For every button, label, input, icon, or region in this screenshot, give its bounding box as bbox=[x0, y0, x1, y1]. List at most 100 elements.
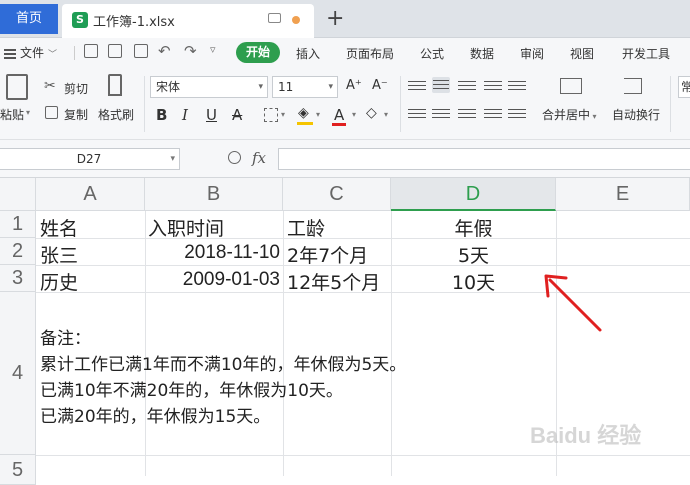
align-bottom-icon[interactable] bbox=[458, 78, 476, 94]
chevron-down-icon[interactable]: ▾ bbox=[281, 110, 285, 119]
row-header-4[interactable]: 4 bbox=[0, 292, 36, 455]
number-format-value: 常 bbox=[681, 80, 690, 94]
align-center-icon[interactable] bbox=[432, 106, 450, 122]
increase-indent-icon[interactable] bbox=[508, 78, 526, 94]
font-name-select[interactable]: 宋体 ▾ bbox=[150, 76, 268, 98]
wrap-text-button[interactable]: 自动换行 bbox=[612, 106, 660, 123]
column-header-b[interactable]: B bbox=[145, 178, 283, 211]
name-box[interactable]: D27 ▾ bbox=[0, 148, 180, 170]
number-format-select[interactable]: 常 bbox=[678, 76, 690, 98]
menu-formulas[interactable]: 公式 bbox=[420, 45, 444, 62]
menu-page-layout[interactable]: 页面布局 bbox=[346, 45, 394, 62]
tab-document[interactable]: S 工作簿-1.xlsx bbox=[62, 4, 314, 38]
chevron-down-icon[interactable]: ▾ bbox=[384, 110, 388, 119]
unsaved-dot-icon bbox=[292, 16, 300, 24]
wrap-text-icon[interactable] bbox=[624, 78, 642, 94]
chevron-down-icon[interactable]: ▾ bbox=[316, 110, 320, 119]
column-header-a[interactable]: A bbox=[36, 178, 145, 211]
chevron-down-icon[interactable]: ▾ bbox=[352, 110, 356, 119]
merge-cells-icon[interactable] bbox=[560, 78, 582, 94]
cell-a3[interactable]: 历史 bbox=[40, 268, 78, 295]
row-header-5[interactable]: 5 bbox=[0, 455, 36, 485]
bold-icon[interactable]: B bbox=[156, 106, 167, 124]
strikethrough-icon[interactable]: A bbox=[232, 106, 242, 124]
chevron-down-icon: ▾ bbox=[590, 112, 597, 121]
cell-c2[interactable]: 2年7个月 bbox=[287, 241, 368, 268]
customize-toolbar-icon[interactable]: ▿ bbox=[210, 43, 216, 56]
underline-icon[interactable]: U bbox=[206, 106, 217, 124]
distributed-align-icon[interactable] bbox=[508, 106, 526, 122]
redo-icon[interactable]: ↷ bbox=[184, 42, 197, 60]
format-painter-icon[interactable] bbox=[108, 74, 122, 96]
monitor-icon[interactable] bbox=[268, 13, 281, 23]
divider bbox=[144, 76, 145, 132]
font-size-select[interactable]: 11 ▾ bbox=[272, 76, 338, 98]
cell-a4-note[interactable]: 备注： 累计工作已满1年而不满10年的，年休假为5天。 已满10年不满20年的，… bbox=[40, 326, 406, 430]
borders-icon[interactable] bbox=[264, 108, 278, 122]
align-left-icon[interactable] bbox=[408, 106, 426, 122]
cell-d1[interactable]: 年假 bbox=[391, 214, 556, 241]
cell-d2[interactable]: 5天 bbox=[391, 241, 556, 268]
row-header-1[interactable]: 1 bbox=[0, 211, 36, 238]
tab-bar: 首页 S 工作簿-1.xlsx + bbox=[0, 0, 690, 38]
menu-view[interactable]: 视图 bbox=[570, 45, 594, 62]
font-color-icon[interactable]: A bbox=[334, 106, 344, 124]
formula-bar: D27 ▾ fx bbox=[0, 140, 690, 178]
italic-icon[interactable]: I bbox=[182, 106, 188, 124]
column-header-d[interactable]: D bbox=[391, 178, 556, 211]
row-header-2[interactable]: 2 bbox=[0, 238, 36, 265]
paste-icon[interactable] bbox=[6, 74, 28, 100]
align-right-icon[interactable] bbox=[458, 106, 476, 122]
note-line: 已满10年不满20年的，年休假为10天。 bbox=[40, 381, 343, 401]
divider bbox=[400, 76, 401, 132]
align-top-icon[interactable] bbox=[408, 78, 426, 94]
decrease-indent-icon[interactable] bbox=[484, 78, 502, 94]
decrease-font-icon[interactable]: A⁻ bbox=[372, 78, 388, 93]
menu-bar: 文件 ﹀ ↶ ↷ ▿ 开始 插入 页面布局 公式 数据 审阅 视图 开发工具 bbox=[0, 38, 690, 68]
cell-reference: D27 bbox=[76, 152, 102, 166]
menu-review[interactable]: 审阅 bbox=[520, 45, 544, 62]
increase-font-icon[interactable]: A⁺ bbox=[346, 78, 362, 93]
cell-b3[interactable]: 2009-01-03 bbox=[145, 269, 280, 291]
paste-dropdown-icon[interactable]: ▾ bbox=[26, 108, 30, 117]
undo-icon[interactable]: ↶ bbox=[158, 42, 171, 60]
merge-center-button[interactable]: 合并居中 ▾ bbox=[542, 106, 597, 123]
column-header-c[interactable]: C bbox=[283, 178, 391, 211]
new-tab-button[interactable]: + bbox=[326, 6, 344, 31]
justify-icon[interactable] bbox=[484, 106, 502, 122]
copy-button[interactable]: 复制 bbox=[64, 106, 88, 123]
menu-data[interactable]: 数据 bbox=[470, 45, 494, 62]
clear-format-icon[interactable]: ◇ bbox=[366, 105, 377, 121]
fill-color-icon[interactable]: ◈ bbox=[298, 105, 309, 121]
align-middle-icon[interactable] bbox=[432, 77, 450, 93]
gridline bbox=[36, 455, 690, 456]
select-all-corner[interactable] bbox=[0, 178, 36, 211]
menu-file[interactable]: 文件 ﹀ bbox=[4, 44, 57, 61]
note-line: 已满20年的，年休假为15天。 bbox=[40, 407, 271, 427]
cell-b1[interactable]: 入职时间 bbox=[148, 214, 224, 241]
format-painter-button[interactable]: 格式刷 bbox=[98, 106, 134, 123]
save-icon[interactable] bbox=[84, 44, 98, 58]
cell-c1[interactable]: 工龄 bbox=[287, 214, 325, 241]
cell-b2[interactable]: 2018-11-10 bbox=[145, 242, 280, 264]
paste-button[interactable]: 粘贴 bbox=[0, 106, 24, 123]
column-header-e[interactable]: E bbox=[556, 178, 690, 211]
cell-a1[interactable]: 姓名 bbox=[40, 214, 78, 241]
tab-home[interactable]: 首页 bbox=[0, 4, 58, 34]
zoom-icon[interactable] bbox=[228, 151, 241, 164]
row-header-3[interactable]: 3 bbox=[0, 265, 36, 292]
formula-input[interactable] bbox=[278, 148, 690, 170]
cell-a2[interactable]: 张三 bbox=[40, 241, 78, 268]
copy-icon bbox=[45, 106, 58, 119]
chevron-down-icon: ▾ bbox=[170, 154, 175, 164]
fill-color-swatch bbox=[297, 122, 313, 125]
function-icon[interactable]: fx bbox=[252, 149, 266, 167]
print-preview-icon[interactable] bbox=[134, 44, 148, 58]
print-icon[interactable] bbox=[108, 44, 122, 58]
menu-start[interactable]: 开始 bbox=[236, 42, 280, 63]
cut-button[interactable]: 剪切 bbox=[64, 80, 88, 97]
menu-developer[interactable]: 开发工具 bbox=[622, 45, 670, 62]
menu-insert[interactable]: 插入 bbox=[296, 45, 320, 62]
cell-c3[interactable]: 12年5个月 bbox=[287, 268, 380, 295]
cell-d3[interactable]: 10天 bbox=[391, 268, 556, 295]
